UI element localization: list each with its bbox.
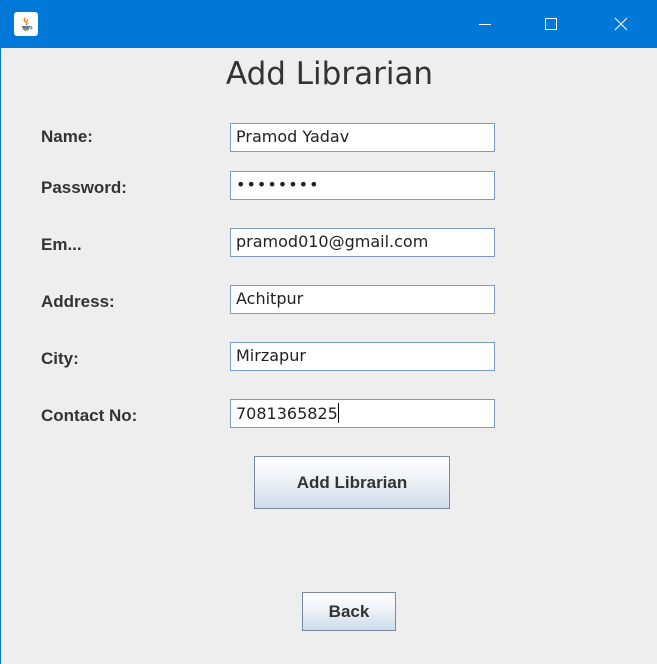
email-value: pramod010@gmail.com <box>236 232 429 251</box>
address-field[interactable]: Achitpur <box>230 285 495 314</box>
city-label: City: <box>41 349 79 368</box>
city-field[interactable]: Mirzapur <box>230 342 495 371</box>
address-label: Address: <box>41 292 115 311</box>
minimize-icon[interactable] <box>454 0 516 48</box>
add-librarian-button-label: Add Librarian <box>296 472 408 492</box>
city-value: Mirzapur <box>236 346 306 365</box>
add-librarian-window: Add Librarian Name: Pramod Yadav Passwor… <box>0 0 657 664</box>
text-caret <box>337 403 339 423</box>
contact-label: Contact No: <box>41 406 138 425</box>
back-button-label: Back <box>328 601 370 621</box>
maximize-icon[interactable] <box>520 0 582 48</box>
address-value: Achitpur <box>236 289 304 308</box>
email-field[interactable]: pramod010@gmail.com <box>230 228 495 257</box>
add-librarian-button[interactable]: Add Librarian <box>254 456 450 509</box>
name-value: Pramod Yadav <box>236 127 350 146</box>
password-label: Password: <box>41 178 127 197</box>
contact-field[interactable]: 7081365825 <box>230 399 495 428</box>
back-button[interactable]: Back <box>302 592 396 631</box>
name-label: Name: <box>41 127 93 146</box>
password-field[interactable]: •••••••• <box>230 171 495 200</box>
email-label: Em... <box>41 235 82 254</box>
name-field[interactable]: Pramod Yadav <box>230 123 495 152</box>
close-icon[interactable] <box>590 0 652 48</box>
contact-value: 7081365825 <box>236 404 338 423</box>
page-title: Add Librarian <box>225 56 434 92</box>
title-bar[interactable] <box>1 0 657 48</box>
password-value: •••••••• <box>236 175 320 194</box>
java-icon[interactable] <box>14 12 38 36</box>
